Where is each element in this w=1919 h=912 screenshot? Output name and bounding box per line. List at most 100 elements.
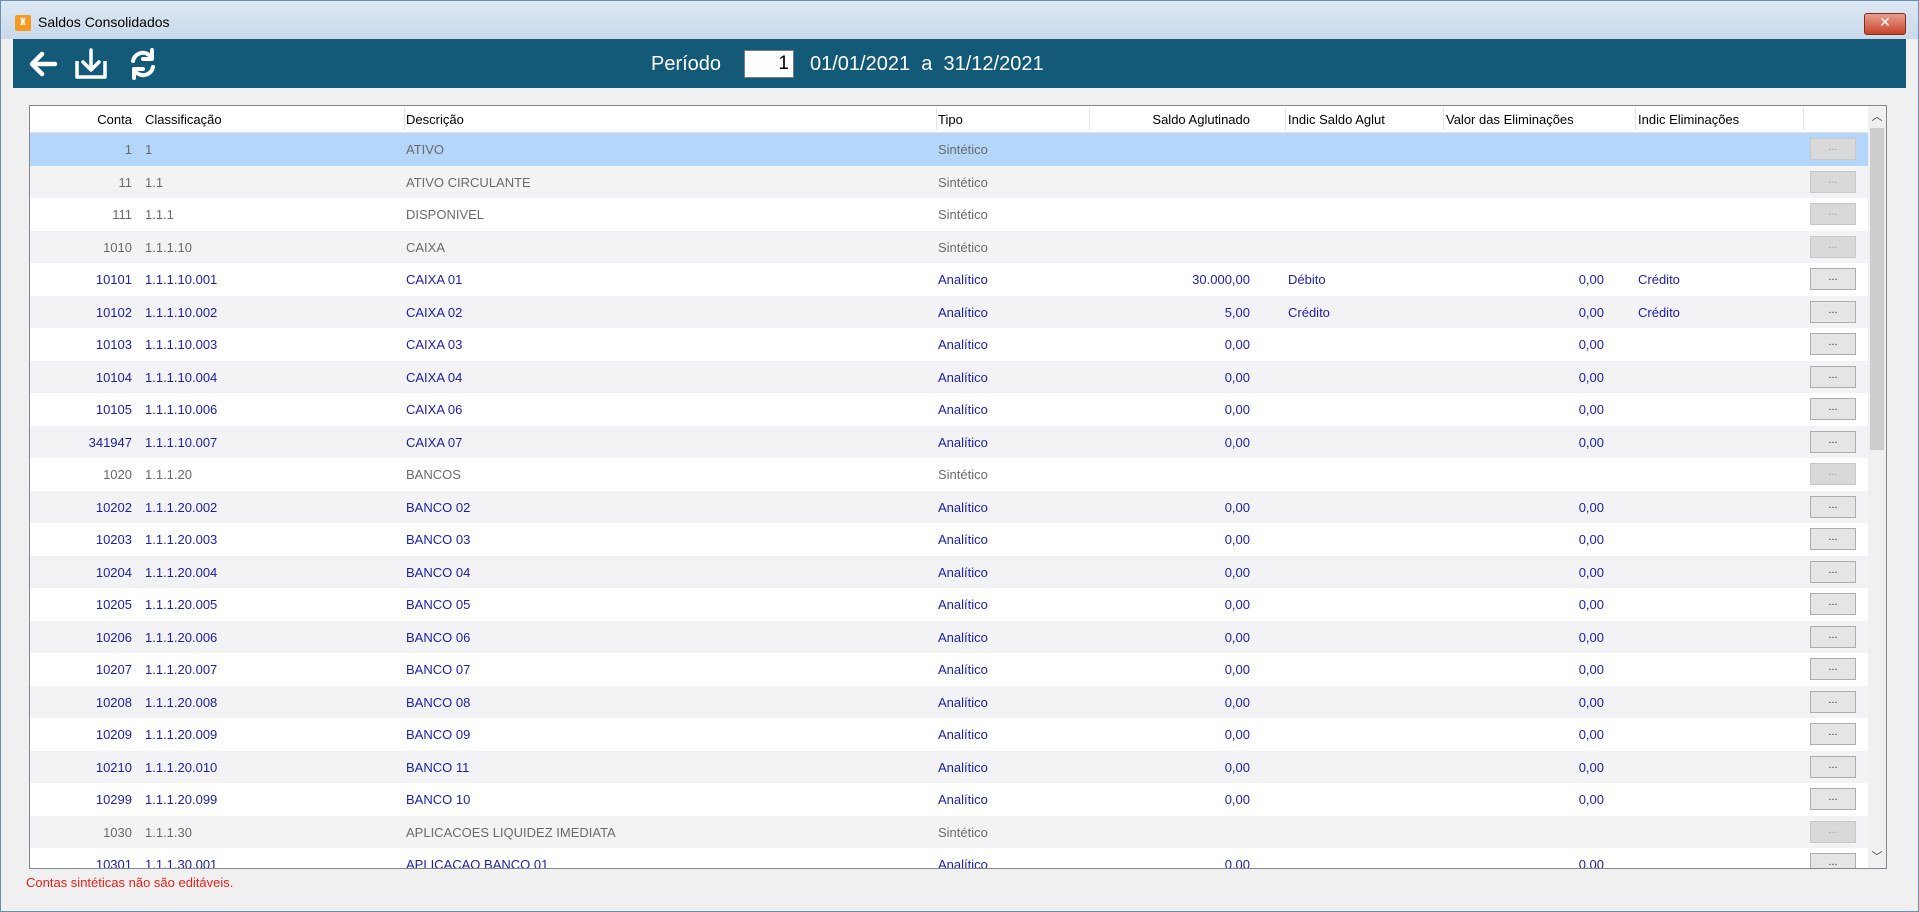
table-row[interactable]: 10210 1.1.1.20.010 BANCO 11 Analítico 0,00 0,… [30,750,1868,783]
cell-classificacao: 1.1.1.20.099 [145,792,218,807]
cell-valor-eliminacoes: 0,00 [1578,759,1604,775]
table-row[interactable]: 341947 1.1.1.10.007 CAIXA 07 Analítico 0,00 0… [30,425,1868,458]
cell-conta: 1 [124,142,132,157]
row-details-button[interactable]: ... [1810,820,1856,843]
table-row[interactable]: 10202 1.1.1.20.002 BANCO 02 Analítico 0,00 0,… [30,490,1868,523]
row-details-button[interactable]: ... [1810,853,1856,868]
table-row[interactable]: 10209 1.1.1.20.009 BANCO 09 Analítico 0,00 0,… [30,718,1868,751]
table-row[interactable]: 1020 1.1.1.20 BANCOS Sintético... [30,458,1868,491]
row-details-button[interactable]: ... [1810,333,1856,355]
row-details-button[interactable]: ... [1810,430,1856,453]
close-button[interactable]: ✕ [1864,13,1906,35]
row-details-button[interactable]: ... [1810,203,1856,225]
period-label: Período [651,53,722,75]
cell-conta: 11 [118,174,133,190]
row-details-button[interactable]: ... [1810,398,1856,420]
balances-grid: Conta Classificação Descrição Tipo Saldo… [29,105,1887,869]
main-window: ♜ Saldos Consolidados ✕ Período 1 01/01/… [0,0,1919,912]
row-details-button[interactable]: ... [1810,365,1856,388]
footer-message: Contas sintéticas não são editáveis. [26,875,234,890]
period-input[interactable]: 1 [744,50,794,78]
cell-classificacao: 1.1.1.10 [145,239,192,255]
back-button[interactable] [25,47,61,81]
header-classificacao[interactable]: Classificação [145,112,222,127]
table-row[interactable]: 10206 1.1.1.20.006 BANCO 06 Analítico 0,00 0,… [30,620,1868,653]
header-saldo-aglutinado[interactable]: Saldo Aglutinado [1152,112,1250,127]
table-row[interactable]: 10203 1.1.1.20.003 BANCO 03 Analítico 0,00 0,… [30,523,1868,556]
row-details-button[interactable]: ... [1810,235,1856,258]
table-row[interactable]: 1010 1.1.1.10 CAIXA Sintético... [30,230,1868,263]
cell-valor-eliminacoes: 0,00 [1578,304,1604,320]
cell-valor-eliminacoes: 0,00 [1578,727,1604,742]
cell-tipo: Sintético [938,207,988,222]
cell-conta: 10104 [95,369,132,385]
row-details-button[interactable]: ... [1810,625,1856,648]
cell-descricao: BANCO 11 [406,759,470,775]
table-row[interactable]: 10205 1.1.1.20.005 BANCO 05 Analítico 0,00 0,… [30,588,1868,621]
cell-tipo: Analítico [938,662,988,677]
row-details-button[interactable]: ... [1810,755,1856,778]
chevron-down-icon[interactable]: ﹀ [1868,848,1886,866]
cell-saldo-aglutinado: 0,00 [1224,499,1250,515]
header-valor-eliminacoes[interactable]: Valor das Eliminações [1446,112,1574,127]
header-tipo[interactable]: Tipo [938,112,963,127]
cell-classificacao: 1.1.1.20.007 [145,662,218,677]
cell-tipo: Analítico [938,694,988,710]
cell-conta: 1020 [103,467,132,482]
table-row[interactable]: 10102 1.1.1.10.002 CAIXA 02 Analítico 5,00 Cr… [30,295,1868,328]
row-details-button[interactable]: ... [1810,138,1856,160]
cell-conta: 341947 [88,434,132,450]
row-details-button[interactable]: ... [1810,463,1856,485]
header-conta[interactable]: Conta [97,112,132,127]
refresh-button[interactable] [125,47,161,81]
cell-saldo-aglutinado: 0,00 [1224,857,1250,869]
date-end: 31/12/2021 [943,53,1044,75]
table-row[interactable]: 1030 1.1.1.30 APLICACOES LIQUIDEZ IMEDIATA… [30,815,1868,848]
row-details-button[interactable]: ... [1810,593,1856,615]
row-details-button[interactable]: ... [1810,560,1856,583]
vertical-scrollbar[interactable]: ︿ ﹀ [1868,106,1886,868]
scroll-thumb[interactable] [1870,128,1884,450]
table-row[interactable]: 10204 1.1.1.20.004 BANCO 04 Analítico 0,00 0,… [30,555,1868,588]
cell-saldo-aglutinado: 0,00 [1224,792,1250,807]
import-button[interactable] [73,47,109,81]
row-details-button[interactable]: ... [1810,690,1856,713]
header-indic-eliminacoes[interactable]: Indic Eliminações [1638,112,1739,127]
cell-valor-eliminacoes: 0,00 [1578,857,1604,869]
row-details-button[interactable]: ... [1810,300,1856,323]
cell-tipo: Analítico [938,792,988,807]
row-details-button[interactable]: ... [1810,268,1856,290]
header-indic-saldo-aglut[interactable]: Indic Saldo Aglut [1288,112,1385,127]
cell-descricao: ATIVO CIRCULANTE [406,174,531,190]
table-row[interactable]: 10299 1.1.1.20.099 BANCO 10 Analítico 0,00 0,… [30,783,1868,816]
table-row[interactable]: 10208 1.1.1.20.008 BANCO 08 Analítico 0,00 0,… [30,685,1868,718]
cell-valor-eliminacoes: 0,00 [1578,597,1604,612]
table-row[interactable]: 10301 1.1.1.30.001 APLICACAO BANCO 01 Analí… [30,848,1868,869]
row-details-button[interactable]: ... [1810,495,1856,518]
row-details-button[interactable]: ... [1810,658,1856,680]
cell-classificacao: 1.1.1.10.006 [145,402,218,417]
cell-saldo-aglutinado: 0,00 [1224,532,1250,547]
table-row[interactable]: 10104 1.1.1.10.004 CAIXA 04 Analítico 0,00 0,… [30,360,1868,393]
table-row[interactable]: 111 1.1.1 DISPONIVEL Sintético... [30,198,1868,231]
chevron-up-icon[interactable]: ︿ [1868,108,1886,126]
table-row[interactable]: 10207 1.1.1.20.007 BANCO 07 Analítico 0,00 0,… [30,653,1868,686]
title-bar: ♜ Saldos Consolidados ✕ [1,1,1918,39]
cell-indic-eliminacoes: Crédito [1638,272,1680,287]
header-descricao[interactable]: Descrição [406,112,464,127]
row-details-button[interactable]: ... [1810,170,1856,193]
cell-valor-eliminacoes: 0,00 [1578,499,1604,515]
table-row[interactable]: 11 1.1 ATIVO CIRCULANTE Sintético... [30,165,1868,198]
cell-valor-eliminacoes: 0,00 [1578,662,1604,677]
cell-conta: 1030 [103,824,132,840]
table-row[interactable]: 10103 1.1.1.10.003 CAIXA 03 Analítico 0,00 0,… [30,328,1868,361]
table-row[interactable]: 1 1 ATIVO Sintético... [30,133,1868,166]
row-details-button[interactable]: ... [1810,528,1856,550]
cell-tipo: Sintético [938,239,988,255]
row-details-button[interactable]: ... [1810,788,1856,810]
table-row[interactable]: 10105 1.1.1.10.006 CAIXA 06 Analítico 0,00 0,… [30,393,1868,426]
cell-tipo: Analítico [938,304,988,320]
cell-classificacao: 1.1.1.20 [145,467,192,482]
row-details-button[interactable]: ... [1810,723,1856,745]
table-row[interactable]: 10101 1.1.1.10.001 CAIXA 01 Analítico 30.000… [30,263,1868,296]
